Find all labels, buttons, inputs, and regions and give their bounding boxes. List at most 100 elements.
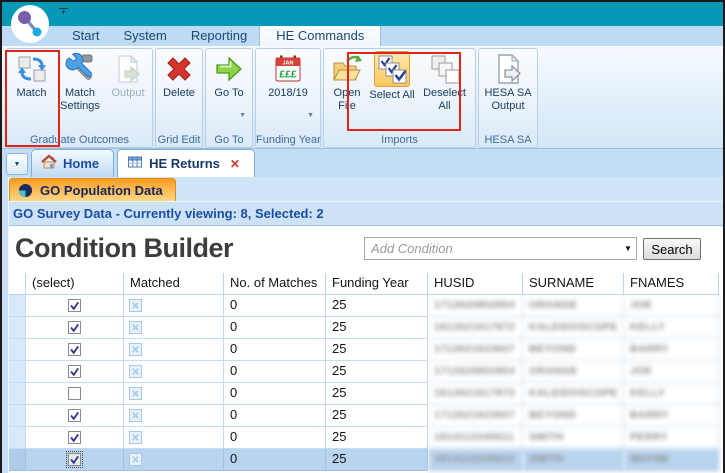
go-to-button[interactable]: Go To ▼ xyxy=(208,50,250,132)
ribbon-group-imports: Open FileSelect AllDeselect AllImports xyxy=(323,48,476,148)
table-row[interactable]: 0251814112345611SMITHPERRY xyxy=(9,427,719,449)
select-checkbox[interactable] xyxy=(68,431,81,444)
row-indicator-header xyxy=(9,273,26,295)
combobox-dropdown-icon[interactable]: ▼ xyxy=(620,244,636,253)
matched-cell xyxy=(124,427,224,449)
row-indicator[interactable] xyxy=(9,295,26,317)
husid-cell: 1712621623607 xyxy=(428,339,523,361)
column-header-surname[interactable]: SURNAME xyxy=(523,273,624,295)
column-header-select[interactable]: (select) xyxy=(26,273,124,295)
row-indicator[interactable] xyxy=(9,449,26,471)
condition-builder-section: Condition Builder ▼ Search xyxy=(9,225,723,273)
deselect-all-button[interactable]: Deselect All xyxy=(416,50,473,132)
row-indicator[interactable] xyxy=(9,405,26,427)
select-checkbox[interactable] xyxy=(68,453,81,466)
table-row[interactable]: 0251612621617872KALEIDOSCOPEKELLY xyxy=(9,317,719,339)
select-checkbox[interactable] xyxy=(68,299,81,312)
doc-tab-label: HE Returns xyxy=(149,156,220,171)
output-button: Output xyxy=(106,50,150,132)
ribbon-tab-system[interactable]: System xyxy=(111,26,178,46)
matched-checkbox xyxy=(129,299,142,312)
home-icon xyxy=(41,154,57,173)
add-condition-combobox[interactable]: ▼ xyxy=(364,237,637,260)
doc-tab-home[interactable]: Home xyxy=(31,149,114,177)
select-cell xyxy=(26,449,124,471)
select-all-button[interactable]: Select All xyxy=(368,50,416,132)
fnames-cell: PERRY xyxy=(624,427,719,449)
no-of-matches-cell: 0 xyxy=(224,427,326,449)
funding-year-cell: 25 xyxy=(326,339,428,361)
select-checkbox[interactable] xyxy=(68,321,81,334)
table-row[interactable]: 0251814112345612SMITHWAYNE xyxy=(9,449,719,471)
table-row[interactable]: 0251612621617872KALEIDOSCOPEKELLY xyxy=(9,383,719,405)
row-indicator[interactable] xyxy=(9,361,26,383)
pie-chart-icon xyxy=(18,183,33,198)
no-of-matches-cell: 0 xyxy=(224,295,326,317)
matched-checkbox xyxy=(129,343,142,356)
go-to-label: Go To xyxy=(214,87,243,100)
surname-cell: SMITH xyxy=(523,427,624,449)
matched-checkbox xyxy=(129,409,142,422)
funding-year-cell: 25 xyxy=(326,449,428,471)
funding-year-cell: 25 xyxy=(326,361,428,383)
population-panel-title: GO Population Data xyxy=(40,183,163,198)
dropdown-arrow-icon[interactable]: ▼ xyxy=(307,112,314,119)
ribbon-tab-start[interactable]: Start xyxy=(60,26,111,46)
column-header-funding-year[interactable]: Funding Year xyxy=(326,273,428,295)
funding-year-cell: 25 xyxy=(326,405,428,427)
app-logo-icon[interactable] xyxy=(10,4,50,44)
doc-tab-label: Home xyxy=(63,156,99,171)
quick-access-dropdown-icon[interactable]: ▼ xyxy=(59,8,68,17)
ribbon: MatchMatch SettingsOutputGraduate Outcom… xyxy=(2,46,723,149)
open-file-label: Open File xyxy=(326,87,368,112)
select-checkbox[interactable] xyxy=(68,365,81,378)
ribbon-tab-reporting[interactable]: Reporting xyxy=(179,26,259,46)
surname-cell: BEYOND xyxy=(523,405,624,427)
2018-19-button[interactable]: JAN£££2018/19▼ xyxy=(258,50,318,132)
open-file-button[interactable]: Open File xyxy=(326,50,368,132)
row-indicator[interactable] xyxy=(9,427,26,449)
row-indicator[interactable] xyxy=(9,339,26,361)
population-panel-row: GO Population Data xyxy=(9,177,723,201)
matched-checkbox xyxy=(129,321,142,334)
select-checkbox[interactable] xyxy=(68,409,81,422)
row-indicator[interactable] xyxy=(9,383,26,405)
delete-button[interactable]: Delete xyxy=(158,50,200,132)
go-population-data-tab[interactable]: GO Population Data xyxy=(9,178,176,201)
column-header-fnames[interactable]: FNAMES xyxy=(624,273,719,295)
ribbon-tab-he-commands[interactable]: HE Commands xyxy=(259,25,381,47)
search-button[interactable]: Search xyxy=(643,238,701,260)
matched-cell xyxy=(124,339,224,361)
add-condition-input[interactable] xyxy=(365,241,620,256)
match-button[interactable]: Match xyxy=(9,50,54,132)
svg-text:JAN: JAN xyxy=(282,61,293,67)
hesa-sa-output-button[interactable]: HESA SA Output xyxy=(481,50,535,132)
table-row[interactable]: 0251712621623607BEYONDBARRY xyxy=(9,405,719,427)
select-checkbox[interactable] xyxy=(68,387,81,400)
select-cell xyxy=(26,405,124,427)
surname-cell: KALEIDOSCOPE xyxy=(523,317,624,339)
close-tab-icon[interactable]: ✕ xyxy=(230,157,240,171)
match-label: Match xyxy=(17,87,47,100)
surname-cell: BEYOND xyxy=(523,339,624,361)
column-header-matched[interactable]: Matched xyxy=(124,273,224,295)
fnames-cell: BARRY xyxy=(624,405,719,427)
table-row[interactable]: 0251712621623607BEYONDBARRY xyxy=(9,339,719,361)
grid-header-row: (select)MatchedNo. of MatchesFunding Yea… xyxy=(9,273,719,295)
survey-status-text: GO Survey Data - Currently viewing: 8, S… xyxy=(13,206,324,221)
table-row[interactable]: 0251712620802854ORANGEJOE xyxy=(9,361,719,383)
husid-cell: 1814112345611 xyxy=(428,427,523,449)
row-indicator[interactable] xyxy=(9,317,26,339)
tab-list-dropdown-icon[interactable]: ▼ xyxy=(6,153,28,175)
data-grid: (select)MatchedNo. of MatchesFunding Yea… xyxy=(9,273,719,471)
doc-tab-he-returns[interactable]: HE Returns ✕ xyxy=(117,149,255,177)
match-settings-button[interactable]: Match Settings xyxy=(54,50,106,132)
dropdown-arrow-icon[interactable]: ▼ xyxy=(239,112,246,119)
select-checkbox[interactable] xyxy=(68,343,81,356)
no-of-matches-cell: 0 xyxy=(224,361,326,383)
match-sync-icon xyxy=(16,53,48,85)
table-row[interactable]: 0251712620802854ORANGEJOE xyxy=(9,295,719,317)
column-header-husid[interactable]: HUSID xyxy=(428,273,523,295)
fnames-cell: JOE xyxy=(624,361,719,383)
column-header-no-of-matches[interactable]: No. of Matches xyxy=(224,273,326,295)
